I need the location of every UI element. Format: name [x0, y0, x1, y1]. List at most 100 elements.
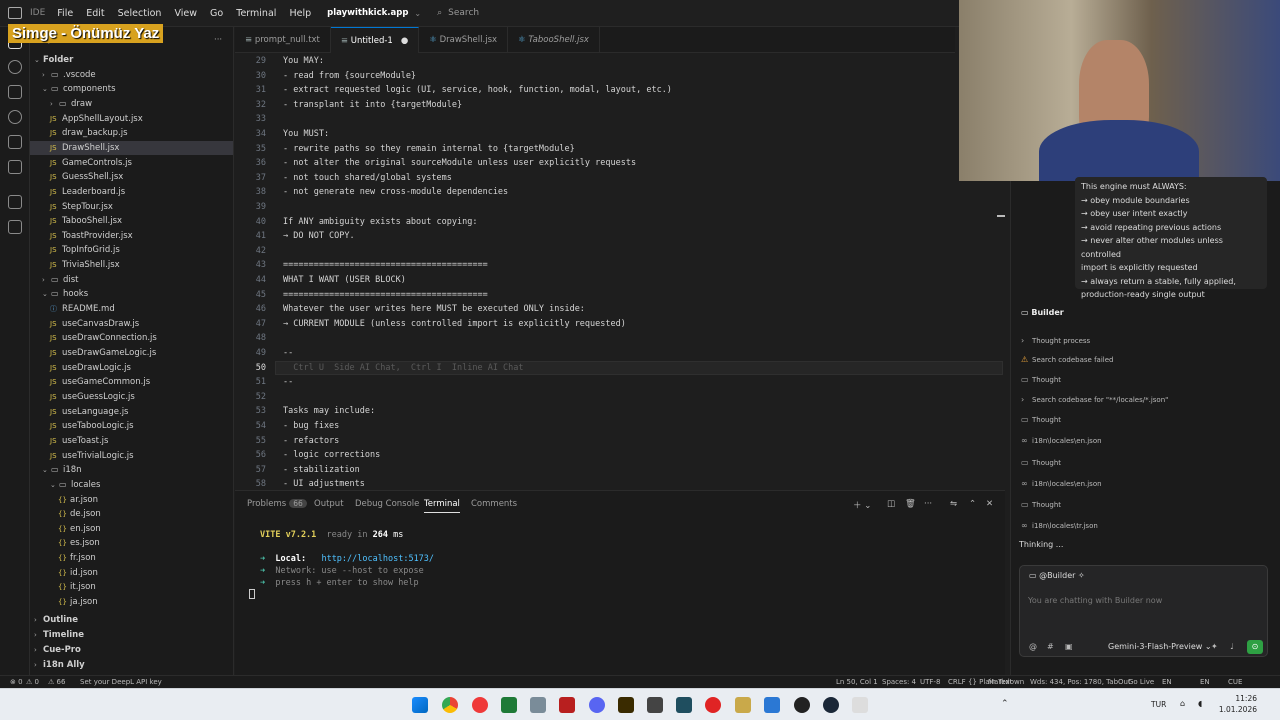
scrollbar-thumb[interactable]	[997, 215, 1005, 217]
vivaldi-icon[interactable]	[472, 697, 488, 713]
code-line[interactable]: ========================================	[283, 288, 488, 303]
illustrator-icon[interactable]	[618, 697, 634, 713]
mic-icon[interactable]: ♩	[1230, 642, 1234, 651]
tab-tabooshell[interactable]: ⚛ TabooShell.jsx	[508, 27, 600, 53]
source-control-icon[interactable]	[8, 85, 22, 99]
menu-help[interactable]: Help	[289, 8, 311, 19]
windows-start-icon[interactable]	[412, 697, 428, 713]
file-explorer-icon[interactable]	[735, 697, 751, 713]
status-right-item[interactable]: EN	[1162, 678, 1172, 686]
more-actions-icon[interactable]: ···	[214, 33, 222, 47]
terminal-app-icon[interactable]	[501, 697, 517, 713]
tree-item[interactable]: JS useGuessLogic.js	[30, 390, 233, 404]
tree-item[interactable]: {} ja.json	[30, 595, 233, 609]
app-icon[interactable]	[794, 697, 810, 713]
tree-item[interactable]: JS GuessShell.jsx	[30, 170, 233, 184]
tab-problems[interactable]: Problems 66	[247, 499, 307, 509]
tree-item[interactable]: JS DrawShell.jsx	[30, 140, 233, 155]
status-left-item[interactable]: ⊗ 0	[10, 678, 23, 686]
tray-chevron-icon[interactable]: ⌃	[1001, 699, 1009, 709]
ai-step[interactable]: › Thought process	[1021, 336, 1090, 345]
project-switcher[interactable]: playwithkick.app	[327, 8, 408, 18]
menu-edit[interactable]: Edit	[86, 8, 104, 19]
media-icon[interactable]	[705, 697, 721, 713]
code-line[interactable]: - not alter the original sourceModule un…	[283, 156, 636, 171]
code-line[interactable]: You MAY:	[283, 54, 324, 69]
ai-step[interactable]: ▭ Thought	[1021, 375, 1061, 384]
code-line[interactable]: - stabilization	[283, 463, 360, 478]
tree-item[interactable]: JS draw_backup.js	[30, 126, 233, 140]
send-button[interactable]: ⊙	[1247, 640, 1263, 654]
more-icon[interactable]: ···	[924, 499, 932, 509]
status-left-item[interactable]: Set your DeepL API key	[80, 678, 162, 686]
tree-item[interactable]: › ▭ draw	[30, 97, 233, 111]
ai-step[interactable]: › Search codebase for "**/locales/*.json"	[1021, 395, 1168, 404]
code-line[interactable]: Whatever the user writes here MUST be ex…	[283, 302, 585, 317]
steam-icon[interactable]	[823, 697, 839, 713]
code-line[interactable]: Tasks may include:	[283, 404, 375, 419]
model-selector[interactable]: Gemini-3-Flash-Preview ⌄	[1108, 642, 1212, 651]
tree-item[interactable]: {} fr.json	[30, 551, 233, 565]
status-right-item[interactable]: Go Live	[1128, 678, 1154, 686]
trash-icon[interactable]: 🗑	[905, 499, 916, 509]
tree-item[interactable]: JS TabooShell.jsx	[30, 214, 233, 228]
tree-item[interactable]: {} id.json	[30, 566, 233, 580]
volume-icon[interactable]: ◖	[1198, 699, 1202, 708]
ai-step[interactable]: ▭ Thought	[1021, 415, 1061, 424]
hash-icon[interactable]: #	[1047, 642, 1054, 651]
code-line[interactable]: --	[283, 346, 293, 361]
code-line[interactable]: - transplant it into {targetModule}	[283, 98, 462, 113]
code-line[interactable]: You MUST:	[283, 127, 329, 142]
code-line[interactable]: - not generate new cross-module dependen…	[283, 185, 508, 200]
ai-step[interactable]: ∞ i18n\locales\tr.json	[1021, 521, 1098, 530]
code-line[interactable]: - not touch shared/global systems	[283, 171, 452, 186]
remote-explorer-icon[interactable]	[8, 160, 22, 174]
split-terminal-icon[interactable]: ◫	[887, 499, 895, 509]
status-left-item[interactable]: ⚠ 0	[26, 678, 39, 686]
tab-drawshell[interactable]: ⚛ DrawShell.jsx	[419, 27, 509, 53]
tree-item[interactable]: JS ToastProvider.jsx	[30, 229, 233, 243]
tree-item[interactable]: ⌄ ▭ locales	[30, 478, 233, 492]
menu-go[interactable]: Go	[210, 8, 223, 19]
code-line[interactable]: Ctrl U Side AI Chat, Ctrl I Inline AI Ch…	[283, 361, 523, 376]
ai-step[interactable]: ▭ Thought	[1021, 458, 1061, 467]
code-line[interactable]: ========================================	[283, 258, 488, 273]
app-icon[interactable]	[676, 697, 692, 713]
status-right-item[interactable]: CRLF	[948, 678, 966, 686]
tree-item[interactable]: ⌄ ▭ i18n	[30, 463, 233, 477]
tree-item[interactable]: JS Leaderboard.js	[30, 185, 233, 199]
tab-untitled-1[interactable]: ≡ Untitled-1 ●	[330, 27, 420, 53]
status-right-item[interactable]: Markdown	[988, 678, 1024, 686]
tree-item[interactable]: JS TriviaShell.jsx	[30, 258, 233, 272]
sidebar-section-cue-pro[interactable]: › Cue-Pro	[34, 643, 81, 657]
local-url-link[interactable]: http://localhost:5173/	[321, 554, 434, 564]
code-line[interactable]: WHAT I WANT (USER BLOCK)	[283, 273, 406, 288]
tab-comments[interactable]: Comments	[471, 499, 517, 509]
image-icon[interactable]: ▣	[1065, 642, 1073, 651]
tree-item[interactable]: JS useDrawLogic.js	[30, 361, 233, 375]
magic-icon[interactable]: ✦	[1211, 642, 1218, 651]
tree-item[interactable]: JS TopInfoGrid.js	[30, 243, 233, 257]
ai-step[interactable]: ∞ i18n\locales\en.json	[1021, 436, 1102, 445]
menu-selection[interactable]: Selection	[118, 8, 162, 19]
tree-item[interactable]: JS useDrawConnection.js	[30, 331, 233, 345]
builder-mention[interactable]: ▭ @Builder ✧	[1029, 571, 1085, 580]
at-icon[interactable]: @	[1029, 642, 1037, 651]
tab-debug-console[interactable]: Debug Console	[355, 499, 419, 509]
tree-item[interactable]: JS AppShellLayout.jsx	[30, 112, 233, 126]
new-terminal-icon[interactable]: ＋ ⌄	[853, 499, 871, 511]
status-right-item[interactable]: CUE	[1228, 678, 1242, 686]
tree-item[interactable]: › ▭ dist	[30, 273, 233, 287]
tree-item[interactable]: JS useGameCommon.js	[30, 375, 233, 389]
code-line[interactable]: - rewrite paths so they remain internal …	[283, 142, 575, 157]
menu-terminal[interactable]: Terminal	[236, 8, 276, 19]
chrome-icon[interactable]	[442, 697, 458, 713]
unsaved-dot-icon[interactable]: ●	[401, 36, 408, 46]
app-icon[interactable]	[530, 697, 546, 713]
maximize-panel-icon[interactable]: ⌃	[969, 499, 976, 509]
ide-icon[interactable]	[764, 697, 780, 713]
tree-item[interactable]: JS useDrawGameLogic.js	[30, 346, 233, 360]
search-icon[interactable]	[8, 60, 22, 74]
discord-icon[interactable]	[589, 697, 605, 713]
tree-item[interactable]: JS useLanguage.js	[30, 405, 233, 419]
